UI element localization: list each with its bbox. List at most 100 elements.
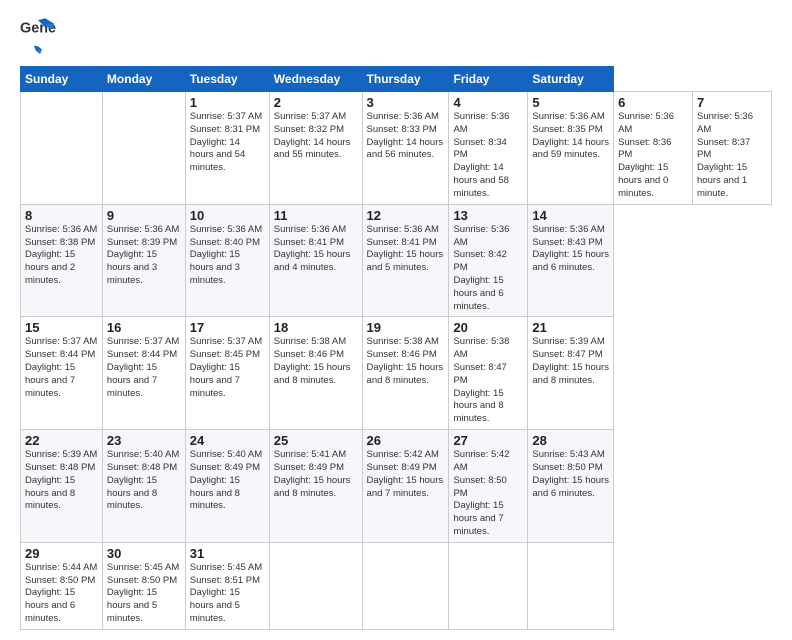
- daylight-text: Daylight: 15 hours and 8 minutes.: [190, 475, 240, 512]
- day-info: Sunrise: 5:37 AM Sunset: 8:31 PM Dayligh…: [190, 111, 265, 175]
- daylight-text: Daylight: 14 hours and 59 minutes.: [532, 137, 609, 161]
- sunrise-text: Sunrise: 5:36 AM: [618, 111, 674, 135]
- day-number: 8: [25, 208, 98, 223]
- day-number: 16: [107, 320, 181, 335]
- calendar-day-cell: 12 Sunrise: 5:36 AM Sunset: 8:41 PM Dayl…: [362, 204, 449, 317]
- calendar-day-cell: 8 Sunrise: 5:36 AM Sunset: 8:38 PM Dayli…: [21, 204, 103, 317]
- weekday-header-cell: Wednesday: [269, 67, 362, 92]
- daylight-text: Daylight: 15 hours and 7 minutes.: [367, 475, 444, 499]
- day-number: 14: [532, 208, 609, 223]
- sunset-text: Sunset: 8:45 PM: [190, 349, 260, 360]
- sunset-text: Sunset: 8:35 PM: [532, 124, 602, 135]
- sunset-text: Sunset: 8:40 PM: [190, 237, 260, 248]
- sunset-text: Sunset: 8:36 PM: [618, 137, 671, 161]
- weekday-header-cell: Sunday: [21, 67, 103, 92]
- sunset-text: Sunset: 8:37 PM: [697, 137, 750, 161]
- day-number: 30: [107, 546, 181, 561]
- logo-bird-icon: [22, 44, 44, 62]
- weekday-header-cell: Thursday: [362, 67, 449, 92]
- day-number: 22: [25, 433, 98, 448]
- day-info: Sunrise: 5:40 AM Sunset: 8:49 PM Dayligh…: [190, 449, 265, 513]
- day-info: Sunrise: 5:37 AM Sunset: 8:32 PM Dayligh…: [274, 111, 358, 162]
- daylight-text: Daylight: 15 hours and 8 minutes.: [274, 362, 351, 386]
- day-number: 4: [453, 95, 523, 110]
- daylight-text: Daylight: 15 hours and 5 minutes.: [190, 587, 240, 624]
- sunset-text: Sunset: 8:31 PM: [190, 124, 260, 135]
- day-info: Sunrise: 5:36 AM Sunset: 8:36 PM Dayligh…: [618, 111, 688, 201]
- day-info: Sunrise: 5:42 AM Sunset: 8:50 PM Dayligh…: [453, 449, 523, 539]
- sunrise-text: Sunrise: 5:36 AM: [532, 111, 604, 122]
- calendar-day-cell: 17 Sunrise: 5:37 AM Sunset: 8:45 PM Dayl…: [185, 317, 269, 430]
- calendar-day-cell: 2 Sunrise: 5:37 AM Sunset: 8:32 PM Dayli…: [269, 92, 362, 205]
- day-info: Sunrise: 5:40 AM Sunset: 8:48 PM Dayligh…: [107, 449, 181, 513]
- day-number: 17: [190, 320, 265, 335]
- day-number: 18: [274, 320, 358, 335]
- calendar-day-cell: 13 Sunrise: 5:36 AM Sunset: 8:42 PM Dayl…: [449, 204, 528, 317]
- sunset-text: Sunset: 8:32 PM: [274, 124, 344, 135]
- sunset-text: Sunset: 8:47 PM: [453, 362, 506, 386]
- sunrise-text: Sunrise: 5:37 AM: [274, 111, 346, 122]
- sunset-text: Sunset: 8:44 PM: [107, 349, 177, 360]
- calendar-day-cell: 1 Sunrise: 5:37 AM Sunset: 8:31 PM Dayli…: [185, 92, 269, 205]
- sunrise-text: Sunrise: 5:36 AM: [532, 224, 604, 235]
- sunrise-text: Sunrise: 5:36 AM: [274, 224, 346, 235]
- day-number: 23: [107, 433, 181, 448]
- sunset-text: Sunset: 8:49 PM: [190, 462, 260, 473]
- day-number: 21: [532, 320, 609, 335]
- calendar-day-cell: 9 Sunrise: 5:36 AM Sunset: 8:39 PM Dayli…: [102, 204, 185, 317]
- calendar-day-cell: 30 Sunrise: 5:45 AM Sunset: 8:50 PM Dayl…: [102, 542, 185, 629]
- day-info: Sunrise: 5:36 AM Sunset: 8:42 PM Dayligh…: [453, 224, 523, 314]
- day-number: 28: [532, 433, 609, 448]
- sunrise-text: Sunrise: 5:36 AM: [453, 224, 509, 248]
- daylight-text: Daylight: 15 hours and 4 minutes.: [274, 249, 351, 273]
- sunset-text: Sunset: 8:47 PM: [532, 349, 602, 360]
- daylight-text: Daylight: 15 hours and 6 minutes.: [453, 275, 503, 312]
- sunset-text: Sunset: 8:46 PM: [367, 349, 437, 360]
- calendar-week-row: 22 Sunrise: 5:39 AM Sunset: 8:48 PM Dayl…: [21, 430, 772, 543]
- daylight-text: Daylight: 15 hours and 8 minutes.: [274, 475, 351, 499]
- day-info: Sunrise: 5:38 AM Sunset: 8:46 PM Dayligh…: [367, 336, 445, 387]
- calendar-day-cell: 16 Sunrise: 5:37 AM Sunset: 8:44 PM Dayl…: [102, 317, 185, 430]
- calendar-day-cell: 22 Sunrise: 5:39 AM Sunset: 8:48 PM Dayl…: [21, 430, 103, 543]
- calendar-day-cell: 7 Sunrise: 5:36 AM Sunset: 8:37 PM Dayli…: [693, 92, 772, 205]
- sunset-text: Sunset: 8:50 PM: [25, 575, 95, 586]
- daylight-text: Daylight: 15 hours and 0 minutes.: [618, 162, 668, 199]
- calendar-body: 1 Sunrise: 5:37 AM Sunset: 8:31 PM Dayli…: [21, 92, 772, 630]
- sunrise-text: Sunrise: 5:42 AM: [367, 449, 439, 460]
- day-info: Sunrise: 5:36 AM Sunset: 8:43 PM Dayligh…: [532, 224, 609, 275]
- day-info: Sunrise: 5:39 AM Sunset: 8:47 PM Dayligh…: [532, 336, 609, 387]
- calendar-day-cell: [102, 92, 185, 205]
- day-info: Sunrise: 5:41 AM Sunset: 8:49 PM Dayligh…: [274, 449, 358, 500]
- day-number: 27: [453, 433, 523, 448]
- day-number: 6: [618, 95, 688, 110]
- day-number: 25: [274, 433, 358, 448]
- day-info: Sunrise: 5:45 AM Sunset: 8:51 PM Dayligh…: [190, 562, 265, 626]
- daylight-text: Daylight: 15 hours and 7 minutes.: [190, 362, 240, 399]
- day-info: Sunrise: 5:45 AM Sunset: 8:50 PM Dayligh…: [107, 562, 181, 626]
- day-number: 3: [367, 95, 445, 110]
- daylight-text: Daylight: 15 hours and 2 minutes.: [25, 249, 75, 286]
- day-info: Sunrise: 5:37 AM Sunset: 8:45 PM Dayligh…: [190, 336, 265, 400]
- daylight-text: Daylight: 15 hours and 7 minutes.: [25, 362, 75, 399]
- day-number: 31: [190, 546, 265, 561]
- day-number: 13: [453, 208, 523, 223]
- day-info: Sunrise: 5:36 AM Sunset: 8:33 PM Dayligh…: [367, 111, 445, 162]
- daylight-text: Daylight: 15 hours and 1 minute.: [697, 162, 747, 199]
- weekday-header-cell: Saturday: [528, 67, 614, 92]
- daylight-text: Daylight: 14 hours and 56 minutes.: [367, 137, 444, 161]
- weekday-header-row: SundayMondayTuesdayWednesdayThursdayFrid…: [21, 67, 772, 92]
- day-info: Sunrise: 5:38 AM Sunset: 8:47 PM Dayligh…: [453, 336, 523, 426]
- sunrise-text: Sunrise: 5:37 AM: [25, 336, 97, 347]
- day-info: Sunrise: 5:44 AM Sunset: 8:50 PM Dayligh…: [25, 562, 98, 626]
- calendar-day-cell: [362, 542, 449, 629]
- calendar-day-cell: 26 Sunrise: 5:42 AM Sunset: 8:49 PM Dayl…: [362, 430, 449, 543]
- calendar-week-row: 15 Sunrise: 5:37 AM Sunset: 8:44 PM Dayl…: [21, 317, 772, 430]
- calendar-day-cell: 20 Sunrise: 5:38 AM Sunset: 8:47 PM Dayl…: [449, 317, 528, 430]
- day-info: Sunrise: 5:36 AM Sunset: 8:39 PM Dayligh…: [107, 224, 181, 288]
- calendar-day-cell: 6 Sunrise: 5:36 AM Sunset: 8:36 PM Dayli…: [614, 92, 693, 205]
- daylight-text: Daylight: 14 hours and 55 minutes.: [274, 137, 351, 161]
- daylight-text: Daylight: 15 hours and 7 minutes.: [107, 362, 157, 399]
- day-info: Sunrise: 5:36 AM Sunset: 8:40 PM Dayligh…: [190, 224, 265, 288]
- sunset-text: Sunset: 8:49 PM: [367, 462, 437, 473]
- sunrise-text: Sunrise: 5:40 AM: [107, 449, 179, 460]
